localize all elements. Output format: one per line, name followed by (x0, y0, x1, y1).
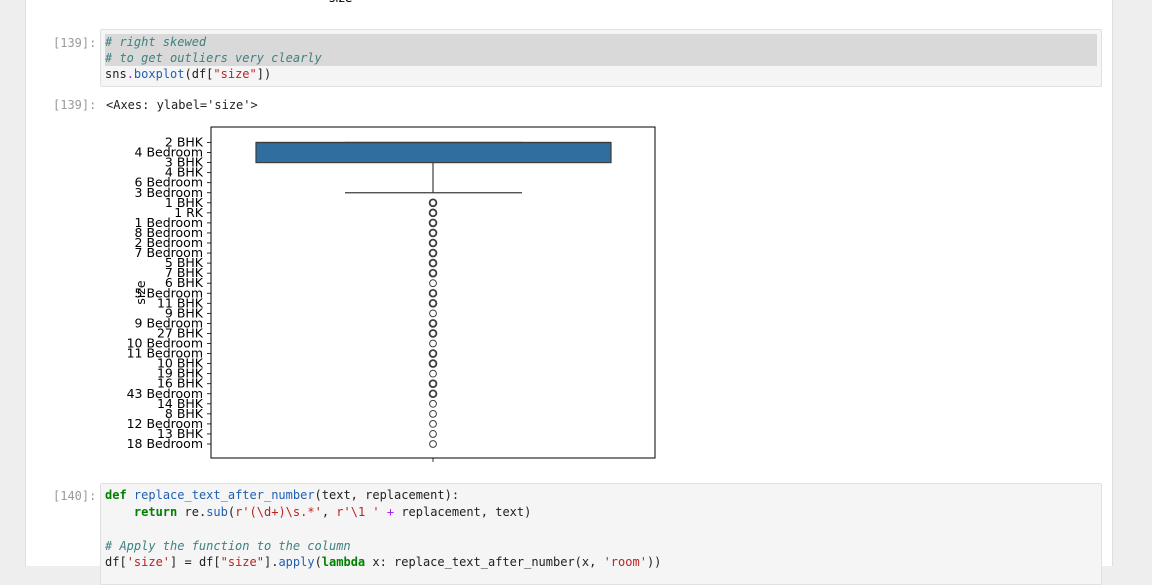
y-tick-label: 18 Bedroom (127, 436, 203, 451)
code-line-comment-2: # to get outliers very clearly (105, 50, 1097, 66)
previous-output-fragment: size (329, 0, 352, 5)
y-axis-label: size (133, 280, 148, 305)
code-line-comment-1: # right skewed (105, 34, 1097, 50)
output-text-139: <Axes: ylabel='size'> (106, 98, 258, 112)
code-line-def: def replace_text_after_number(text, repl… (105, 488, 460, 502)
code-line-comment-apply: # Apply the function to the column (105, 539, 351, 553)
notebook-panel: size [139]: # right skewed # to get outl… (25, 0, 1113, 585)
code-cell-139[interactable]: # right skewed # to get outliers very cl… (100, 29, 1102, 87)
code-cell-140[interactable]: def replace_text_after_number(text, repl… (100, 483, 1102, 585)
boxplot-figure: 2 BHK4 Bedroom3 BHK4 BHK6 Bedroom3 Bedro… (127, 126, 656, 462)
code-line-apply: df['size'] = df["size"].apply(lambda x: … (105, 555, 662, 569)
code-line-boxplot: sns.boxplot(df["size"]) (105, 67, 272, 81)
code-line-return: return re.sub(r'(\d+)\s.*', r'\1 ' + rep… (133, 505, 532, 519)
box-iqr (255, 141, 612, 164)
